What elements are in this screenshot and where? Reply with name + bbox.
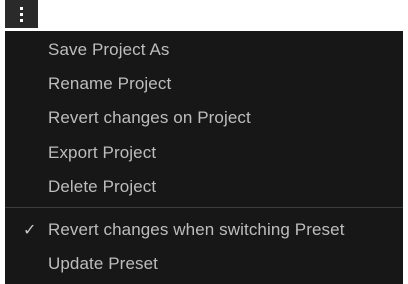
menu-item-revert-changes-on-project[interactable]: Revert changes on Project xyxy=(5,101,403,134)
menu-item-rename-project[interactable]: Rename Project xyxy=(5,67,403,100)
menu-item-label: Export Project xyxy=(48,142,157,162)
kebab-vertical-icon-dot-3 xyxy=(20,18,23,22)
menu-item-label: Rename Project xyxy=(48,73,172,93)
dropdown-menu: Save Project As Rename Project Revert ch… xyxy=(5,31,403,284)
checkmark-icon: ✓ xyxy=(23,220,37,239)
menu-item-label: Save Project As xyxy=(48,39,170,59)
menu-item-save-project-as[interactable]: Save Project As xyxy=(5,33,403,66)
menu-option-revert-when-switching-preset[interactable]: ✓ Revert changes when switching Preset xyxy=(5,213,403,246)
kebab-vertical-icon xyxy=(20,6,23,10)
menu-divider xyxy=(5,207,403,208)
menu-item-update-preset[interactable]: Update Preset xyxy=(5,247,403,280)
menu-item-label: Update Preset xyxy=(48,253,158,273)
menu-button[interactable] xyxy=(5,0,38,28)
menu-item-label: Revert changes when switching Preset xyxy=(48,219,345,239)
menu-item-export-project[interactable]: Export Project xyxy=(5,136,403,169)
menu-item-label: Delete Project xyxy=(48,176,157,196)
menu-item-delete-project[interactable]: Delete Project xyxy=(5,170,403,203)
kebab-vertical-icon-dot-2 xyxy=(20,12,23,16)
menu-item-label: Revert changes on Project xyxy=(48,107,251,127)
top-bar xyxy=(0,0,408,31)
